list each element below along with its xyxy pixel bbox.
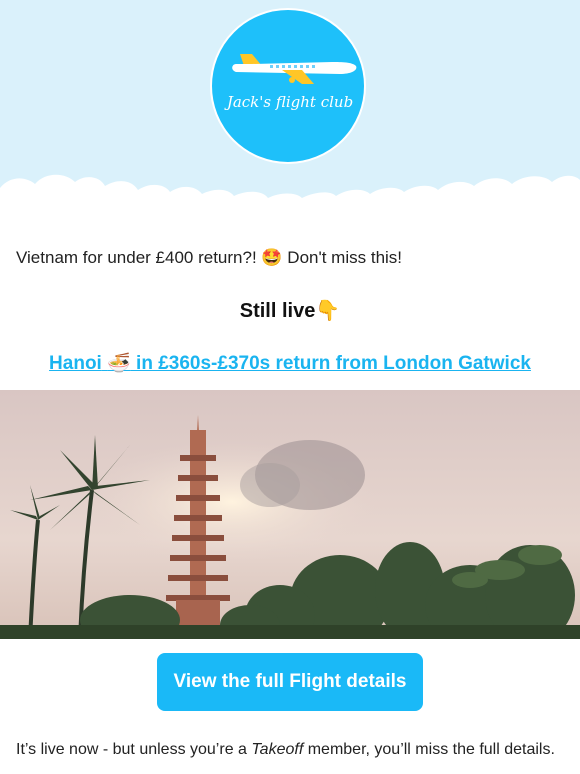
airplane-icon: [232, 54, 357, 84]
brand-name: Jack's flight club: [226, 93, 354, 111]
deal-text: in £360s-£370s return from London Gatwic…: [130, 353, 531, 374]
intro-cta-text: Don't miss this!: [282, 248, 403, 267]
deal-city: Hanoi: [49, 353, 102, 374]
view-flight-details-button[interactable]: View the full Flight details: [157, 653, 423, 711]
email-header: Jack's flight club: [0, 0, 580, 225]
footer-text: It’s live now - but unless you’re a Take…: [16, 741, 576, 759]
footer-before: It’s live now - but unless you’re a: [16, 741, 252, 758]
pagoda-image: [0, 390, 580, 639]
noodle-bowl-icon: 🍜: [107, 353, 131, 374]
deal-link[interactable]: Hanoi 🍜 in £360s-£370s return from Londo…: [0, 351, 580, 375]
pointing-down-icon: 👇: [315, 300, 341, 322]
still-live-heading: Still live👇: [0, 298, 580, 323]
intro-line: Vietnam for under £400 return?! 🤩 Don't …: [16, 248, 566, 268]
still-live-label: Still live: [239, 300, 316, 322]
footer-after: member, you’ll miss the full details.: [303, 741, 555, 758]
intro-text: Vietnam for under £400 return?!: [16, 248, 262, 267]
cloud-border: [0, 174, 580, 225]
hanoi-photo[interactable]: [0, 390, 580, 639]
takeoff-membership-label: Takeoff: [251, 741, 304, 758]
star-struck-emoji-icon: 🤩: [261, 248, 283, 267]
brand-logo[interactable]: Jack's flight club: [210, 8, 366, 164]
